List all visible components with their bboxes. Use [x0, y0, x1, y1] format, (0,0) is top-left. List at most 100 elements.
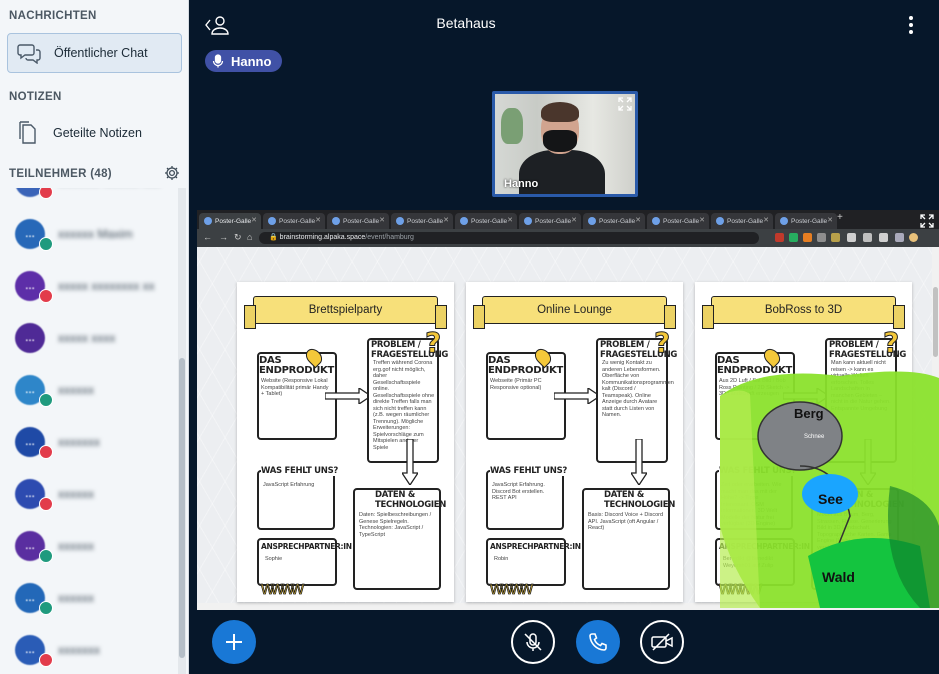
poster-title: BobRoss to 3D: [702, 296, 905, 329]
shared-notes-item[interactable]: Geteilte Notizen: [7, 113, 182, 153]
paint-label-see: See: [818, 491, 843, 507]
audio-button[interactable]: [576, 620, 620, 664]
sidebar: NACHRICHTEN Öffentlicher Chat NOTIZEN Ge…: [0, 0, 189, 674]
missing-heading: WAS FEHLT UNS?: [261, 466, 341, 476]
globe-icon: [588, 217, 596, 225]
participant-name: xxxxxx: [58, 539, 94, 553]
participant-name: xxxxx xxxx: [58, 331, 116, 345]
status-badge: [39, 237, 53, 251]
browser-tab-label: Poster-Galle: [791, 217, 828, 225]
globe-icon: [524, 217, 532, 225]
participant-item[interactable]: … xxxxx xxxx: [12, 317, 172, 357]
tech-text: Daten: Spielbeschreibungen / Genese Spie…: [359, 512, 432, 538]
share-webcam-button[interactable]: [640, 620, 684, 664]
participant-list: …xxxxxxx xxxxxx xxx …xxxxxx Maxim …xxxxx x…: [0, 188, 178, 674]
new-tab-icon: +: [837, 212, 843, 223]
browser-tab: Poster-Galle ✕: [199, 213, 261, 229]
page-scroll-thumb: [933, 287, 938, 357]
expand-icon[interactable]: [618, 97, 632, 111]
close-icon: ✕: [507, 217, 513, 224]
webcam-person-hair: [541, 102, 579, 122]
extension-icon: [803, 233, 812, 242]
browser-tab-label: Poster-Galle: [727, 217, 764, 225]
close-icon: ✕: [315, 217, 321, 224]
browser-tab: Poster-Galle ✕: [647, 213, 709, 229]
camera-off-icon: [651, 633, 673, 651]
gear-icon[interactable]: [164, 165, 180, 181]
close-icon: ✕: [251, 217, 257, 224]
globe-icon: [460, 217, 468, 225]
browser-tab-label: Poster-Galle: [663, 217, 700, 225]
webcam-tile[interactable]: Hanno: [492, 91, 638, 197]
forward-arrow-icon: →: [219, 232, 228, 242]
browser-tab: Poster-Galle ✕: [455, 213, 517, 229]
problem-heading: PROBLEM / FRAGESTELLUNG: [600, 340, 678, 360]
url-field: 🔒 brainstorming.alpaka.space/event/hambu…: [259, 232, 759, 244]
browser-tab: Poster-Galle ✕: [583, 213, 645, 229]
question-mark-icon: ?: [653, 326, 671, 360]
missing-text: JavaScript Erfahrung. Discord Bot erstel…: [492, 482, 545, 501]
unmute-button[interactable]: [511, 620, 555, 664]
status-badge: [39, 445, 53, 459]
participant-item[interactable]: … xxxxxx: [12, 369, 172, 409]
missing-box: [257, 470, 335, 530]
chat-bubbles-icon: [14, 42, 44, 64]
participant-item[interactable]: … xxxxx xxxxxxxx xx: [12, 265, 172, 305]
participant-scrollbar[interactable]: [178, 188, 186, 674]
browser-tab: Poster-Galle ✕: [711, 213, 773, 229]
more-options-icon[interactable]: [903, 14, 919, 36]
problem-heading: PROBLEM / FRAGESTELLUNG: [829, 340, 907, 360]
browser-tab: Poster-Galle ✕: [263, 213, 325, 229]
talker-name: Hanno: [231, 53, 272, 69]
project-poster: Brettspielparty DAS ENDPRODUKT Website (Re…: [237, 282, 454, 602]
browser-tab-label: Poster-Galle: [599, 217, 636, 225]
globe-icon: [780, 217, 788, 225]
public-chat-label: Öffentlicher Chat: [54, 46, 148, 60]
contact-text: Robin: [494, 556, 509, 562]
globe-icon: [204, 217, 212, 225]
phone-icon: [589, 633, 607, 651]
participant-item[interactable]: … xxxxxx: [12, 577, 172, 617]
extension-icon: [863, 233, 872, 242]
paint-label-wald: Wald: [822, 569, 855, 585]
participants-section-title: TEILNEHMER (48): [9, 168, 112, 180]
fullscreen-icon[interactable]: [920, 214, 934, 228]
profile-icon: [909, 233, 918, 242]
contact-heading: ANSPRECHPARTNER:IN: [261, 542, 352, 551]
public-chat-item[interactable]: Öffentlicher Chat: [7, 33, 182, 73]
plus-icon: [226, 634, 242, 650]
document-icon: [13, 121, 43, 145]
status-badge: [39, 289, 53, 303]
participant-item[interactable]: …xxxxxxx xxxxxx xxx: [12, 188, 172, 201]
participant-item[interactable]: … xxxxxx Maxim: [12, 213, 172, 253]
participant-item[interactable]: … xxxxxxx: [12, 629, 172, 669]
talking-indicator[interactable]: Hanno: [205, 50, 283, 72]
url-path: /event/hamburg: [365, 234, 414, 241]
close-icon: ✕: [763, 217, 769, 224]
problem-text: Zu wenig Kontakt zu anderen Lebensformen…: [602, 360, 674, 418]
poster-title: Online Lounge: [473, 296, 676, 329]
browser-tab-bar: Poster-Galle ✕ Poster-Galle ✕ Poster-Galle ✕ P…: [197, 210, 939, 229]
extension-icon: [895, 233, 904, 242]
crown-doodle: wwww: [490, 578, 534, 599]
actions-button[interactable]: [212, 620, 256, 664]
user-list-toggle-icon[interactable]: [204, 14, 230, 36]
product-text: Webseite (Primär PC Responsive optional): [490, 378, 542, 391]
close-icon: ✕: [827, 217, 833, 224]
participant-item[interactable]: … xxxxxx: [12, 473, 172, 513]
status-badge: [39, 497, 53, 511]
status-badge: [39, 188, 53, 199]
participant-item[interactable]: … xxxxxx: [12, 525, 172, 565]
arrow-right-icon: [324, 386, 373, 406]
participant-item[interactable]: … xxxxxxx: [12, 421, 172, 461]
contact-heading: ANSPRECHPARTNER:IN: [490, 542, 581, 551]
url-host: brainstorming.alpaka.space: [279, 234, 366, 241]
scrollbar-thumb[interactable]: [179, 358, 185, 658]
extension-icon: [775, 233, 784, 242]
messages-section-title: NACHRICHTEN: [9, 10, 97, 22]
paint-label-schnee: Schnee: [804, 434, 825, 440]
product-heading: DAS ENDPRODUKT: [488, 355, 564, 376]
browser-tab: Poster-Galle ✕: [775, 213, 837, 229]
webcam-name-label: Hanno: [504, 178, 539, 190]
close-icon: ✕: [635, 217, 641, 224]
